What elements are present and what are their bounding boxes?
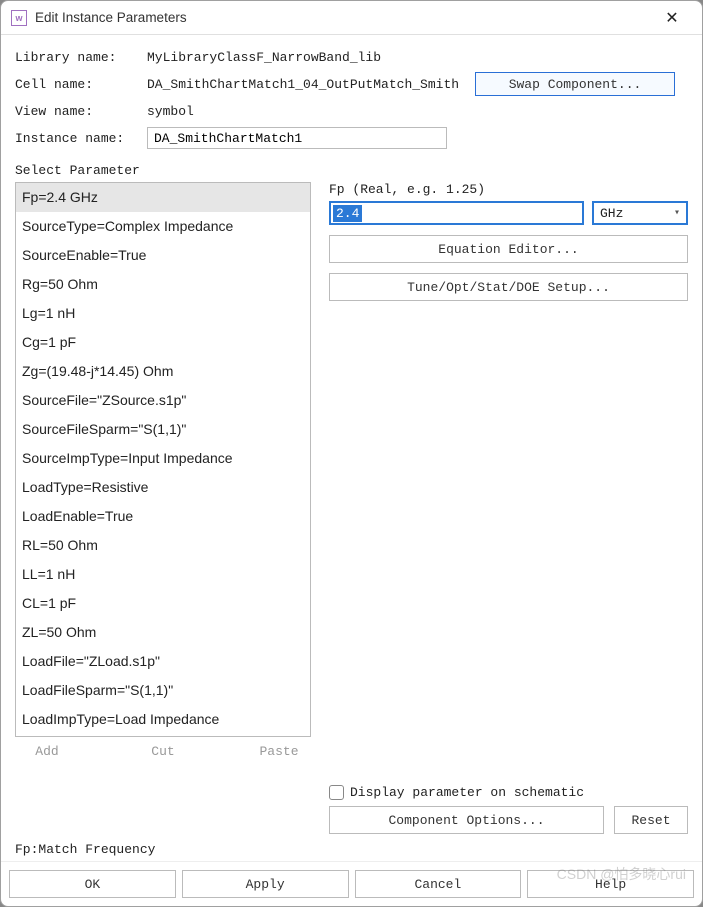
apply-button[interactable]: Apply	[182, 870, 349, 898]
library-name-label: Library name:	[15, 50, 147, 65]
cancel-button[interactable]: Cancel	[355, 870, 522, 898]
equation-editor-button[interactable]: Equation Editor...	[329, 235, 688, 263]
parameter-item[interactable]: SourceType=Complex Impedance	[16, 212, 310, 241]
cell-name-label: Cell name:	[15, 77, 147, 92]
status-hint: Fp:Match Frequency	[15, 842, 688, 857]
parameter-listbox[interactable]: Fp=2.4 GHzSourceType=Complex ImpedanceSo…	[15, 182, 311, 737]
parameter-item[interactable]: Fp=2.4 GHz	[16, 183, 310, 212]
cell-name-value: DA_SmithChartMatch1_04_OutPutMatch_Smith	[147, 77, 467, 92]
footer-buttons: OK Apply Cancel Help	[1, 861, 702, 906]
edit-buttons: Add Cut Paste	[15, 743, 311, 760]
row-view: View name: symbol	[15, 99, 688, 123]
left-column: Fp=2.4 GHzSourceType=Complex ImpedanceSo…	[15, 182, 311, 834]
display-param-checkbox[interactable]	[329, 785, 344, 800]
parameter-item[interactable]: LL=1 nH	[16, 560, 310, 589]
parameter-item[interactable]: Zg=(19.48-j*14.45) Ohm	[16, 357, 310, 386]
content-area: Library name: MyLibraryClassF_NarrowBand…	[1, 35, 702, 861]
fp-value-text: 2.4	[333, 205, 362, 222]
library-name-value: MyLibraryClassF_NarrowBand_lib	[147, 50, 688, 65]
select-parameter-label: Select Parameter	[15, 163, 688, 178]
parameter-item[interactable]: Cg=1 pF	[16, 328, 310, 357]
parameter-item[interactable]: RL=50 Ohm	[16, 531, 310, 560]
parameter-item[interactable]: SourceFileSparm="S(1,1)"	[16, 415, 310, 444]
parameter-item[interactable]: Rg=50 Ohm	[16, 270, 310, 299]
help-button[interactable]: Help	[527, 870, 694, 898]
options-row: Component Options... Reset	[329, 806, 688, 834]
parameter-item[interactable]: SourceFile="ZSource.s1p"	[16, 386, 310, 415]
swap-component-button[interactable]: Swap Component...	[475, 72, 675, 96]
fp-unit-value: GHz	[600, 206, 623, 221]
parameter-item[interactable]: SourceImpType=Input Impedance	[16, 444, 310, 473]
add-button[interactable]: Add	[17, 743, 77, 760]
parameter-item[interactable]: LoadEnable=True	[16, 502, 310, 531]
parameter-item[interactable]: LoadFileSparm="S(1,1)"	[16, 676, 310, 705]
instance-name-label: Instance name:	[15, 131, 147, 146]
chevron-down-icon: ▾	[674, 207, 680, 219]
titlebar: w Edit Instance Parameters ✕	[1, 1, 702, 35]
view-name-value: symbol	[147, 104, 688, 119]
app-icon: w	[11, 10, 27, 26]
parameter-item[interactable]: CL=1 pF	[16, 589, 310, 618]
columns: Fp=2.4 GHzSourceType=Complex ImpedanceSo…	[15, 182, 688, 834]
fp-unit-select[interactable]: GHz ▾	[592, 201, 688, 225]
parameter-item[interactable]: Lg=1 nH	[16, 299, 310, 328]
parameter-item[interactable]: LoadFile="ZLoad.s1p"	[16, 647, 310, 676]
parameter-item[interactable]: LoadType=Resistive	[16, 473, 310, 502]
parameter-item[interactable]: ZL=50 Ohm	[16, 618, 310, 647]
row-cell: Cell name: DA_SmithChartMatch1_04_OutPut…	[15, 72, 688, 96]
fp-input-row: 2.4 GHz ▾	[329, 201, 688, 225]
close-icon[interactable]: ✕	[652, 8, 692, 28]
parameter-item[interactable]: Z0=50 Ohm	[16, 734, 310, 737]
window-title: Edit Instance Parameters	[35, 10, 652, 25]
parameter-item[interactable]: SourceEnable=True	[16, 241, 310, 270]
paste-button[interactable]: Paste	[249, 743, 309, 760]
reset-button[interactable]: Reset	[614, 806, 688, 834]
cut-button[interactable]: Cut	[133, 743, 193, 760]
right-column: Fp (Real, e.g. 1.25) 2.4 GHz ▾ Equation …	[329, 182, 688, 834]
dialog-window: w Edit Instance Parameters ✕ Library nam…	[0, 0, 703, 907]
fp-field-label: Fp (Real, e.g. 1.25)	[329, 182, 688, 197]
tune-setup-button[interactable]: Tune/Opt/Stat/DOE Setup...	[329, 273, 688, 301]
view-name-label: View name:	[15, 104, 147, 119]
display-param-row: Display parameter on schematic	[329, 779, 688, 800]
row-library: Library name: MyLibraryClassF_NarrowBand…	[15, 45, 688, 69]
ok-button[interactable]: OK	[9, 870, 176, 898]
component-options-button[interactable]: Component Options...	[329, 806, 604, 834]
instance-name-input[interactable]	[147, 127, 447, 149]
fp-value-input[interactable]: 2.4	[329, 201, 584, 225]
parameter-item[interactable]: LoadImpType=Load Impedance	[16, 705, 310, 734]
display-param-label: Display parameter on schematic	[350, 785, 584, 800]
row-instance: Instance name:	[15, 126, 688, 150]
